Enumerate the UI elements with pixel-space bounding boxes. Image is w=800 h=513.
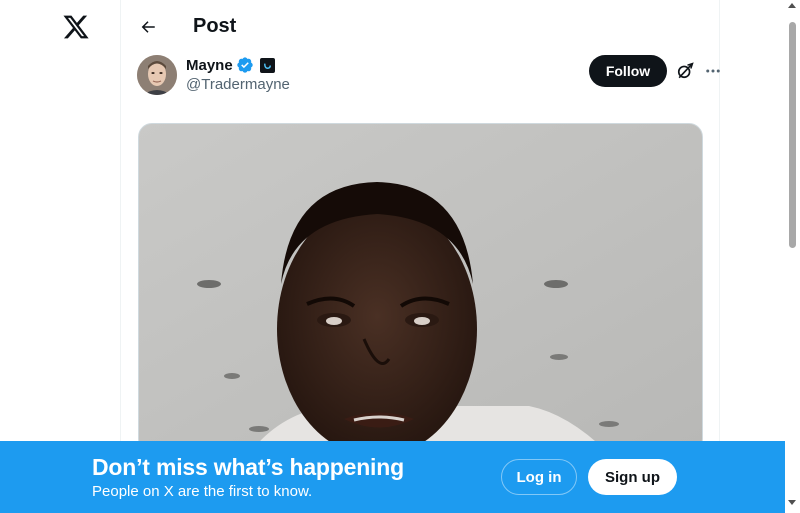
- affiliate-badge-icon[interactable]: [259, 57, 275, 73]
- post-author: Mayne @Tradermayne Follow: [137, 55, 720, 97]
- back-button[interactable]: [135, 14, 161, 40]
- page-title: Post: [193, 15, 237, 37]
- more-icon: [706, 69, 720, 73]
- scroll-down-arrow-icon[interactable]: [788, 500, 796, 505]
- post-column: Post Mayne @Tradermayne Follow: [120, 0, 720, 513]
- avatar-image: [137, 55, 177, 95]
- page: Post Mayne @Tradermayne Follow Don’t mis…: [0, 0, 800, 513]
- post-header: Post: [121, 0, 721, 53]
- more-button[interactable]: [703, 61, 723, 81]
- back-arrow-icon: [141, 21, 155, 33]
- grok-icon[interactable]: [675, 61, 695, 81]
- signup-banner: Don’t miss what’s happening People on X …: [0, 441, 785, 513]
- login-button[interactable]: Log in: [501, 459, 577, 495]
- banner-headline: Don’t miss what’s happening: [92, 454, 404, 480]
- left-nav: [0, 0, 120, 513]
- signup-button[interactable]: Sign up: [588, 459, 677, 495]
- post-video[interactable]: [138, 123, 703, 453]
- author-handle[interactable]: @Tradermayne: [186, 76, 290, 93]
- x-logo-icon[interactable]: [62, 13, 90, 41]
- banner-subtext: People on X are the first to know.: [92, 483, 313, 500]
- author-name-row: Mayne: [186, 56, 275, 74]
- author-name[interactable]: Mayne: [186, 57, 233, 74]
- verified-badge-icon: [237, 57, 253, 73]
- scroll-up-arrow-icon[interactable]: [788, 3, 796, 8]
- avatar[interactable]: [137, 55, 177, 95]
- video-frame: [139, 124, 702, 452]
- follow-button[interactable]: Follow: [589, 55, 667, 87]
- scroll-thumb[interactable]: [789, 22, 796, 248]
- page-scrollbar[interactable]: [785, 0, 800, 513]
